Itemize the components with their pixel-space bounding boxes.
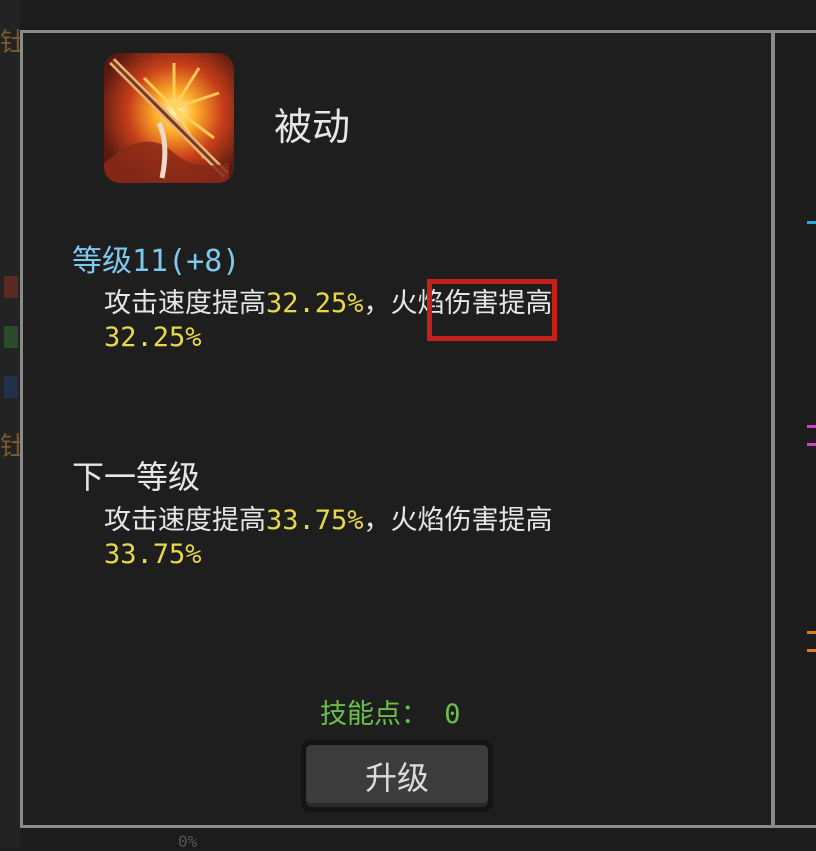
background-chip-red <box>4 276 18 298</box>
skill-type-label: 被动 <box>274 105 351 149</box>
background-chip-green <box>4 326 18 348</box>
next-level-heading: 下一等级 <box>72 458 201 496</box>
upgrade-button[interactable]: 升级 <box>301 740 493 812</box>
adjacent-accent-magenta <box>807 425 816 428</box>
highlight-annotation-box <box>427 279 557 341</box>
effect-value: 33.75% <box>104 539 202 570</box>
adjacent-accent-orange <box>807 649 816 652</box>
effect-value: 32.25% <box>104 322 202 353</box>
background-bottom-text: 0% <box>178 832 198 851</box>
background-panel-edge <box>0 0 20 848</box>
effect-value: 33.75% <box>266 505 364 536</box>
fire-spear-icon <box>104 53 234 183</box>
effect-text: ，火焰伤害提高 <box>363 505 553 536</box>
effect-text: 攻击速度提高 <box>104 288 266 319</box>
background-chip-blue <box>4 376 18 398</box>
skill-points: 技能点： 0 <box>320 699 461 730</box>
adjacent-accent-magenta <box>807 443 816 446</box>
effect-value: 32.25% <box>266 288 364 319</box>
skill-level: 等级11(+8) <box>72 244 241 279</box>
adjacent-panel <box>772 30 816 828</box>
effect-text: 攻击速度提高 <box>104 505 266 536</box>
adjacent-accent-orange <box>807 631 816 634</box>
adjacent-accent-blue <box>807 221 816 224</box>
next-effect-line: 攻击速度提高33.75%，火焰伤害提高 <box>104 504 553 538</box>
